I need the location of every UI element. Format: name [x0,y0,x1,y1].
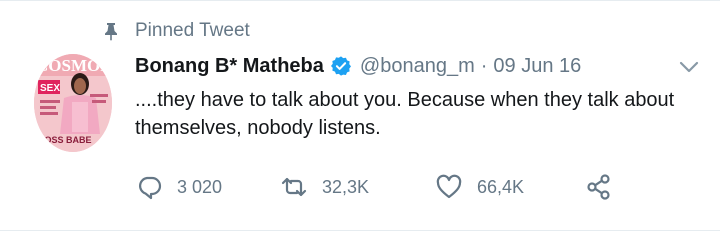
like-button[interactable]: 66,4K [435,170,524,204]
display-name[interactable]: Bonang B* Matheba [135,55,324,78]
tweet-actions: 3 020 32,3K 66,4K [135,170,635,204]
heart-icon [436,174,462,199]
tweet-text: ....they have to talk about you. Because… [135,89,675,139]
pin-icon [105,23,117,41]
share-icon [587,174,610,200]
avatar-coverline: BOSS BABE [38,135,92,145]
like-count: 66,4K [477,176,525,197]
retweet-icon [281,177,307,197]
pinned-indicator: Pinned Tweet [101,18,250,44]
retweet-count: 32,3K [322,176,370,197]
reply-count: 3 020 [177,176,223,197]
avatar-sex-text: SEX [40,83,60,94]
user-handle[interactable]: @bonang_m [360,55,475,78]
avatar[interactable]: COSMOPOLITAN SEX BOSS BABE [34,54,112,152]
tweet-date[interactable]: 09 Jun 16 [493,55,581,78]
avatar-image: COSMOPOLITAN SEX BOSS BABE [34,54,112,152]
top-divider [0,0,720,1]
pinned-label: Pinned Tweet [135,20,250,41]
reply-button[interactable]: 3 020 [135,170,222,204]
retweet-button[interactable]: 32,3K [280,170,369,204]
separator-dot: · [480,54,488,77]
share-button[interactable] [585,170,613,204]
reply-icon [139,176,162,200]
bottom-divider [0,230,720,231]
tweet-header: Bonang B* Matheba @bonang_m · 09 Jun 16 [135,52,581,80]
verified-badge-icon [330,56,351,76]
chevron-down-icon[interactable] [678,60,700,74]
avatar-masthead: COSMOPOLITAN [36,56,112,75]
